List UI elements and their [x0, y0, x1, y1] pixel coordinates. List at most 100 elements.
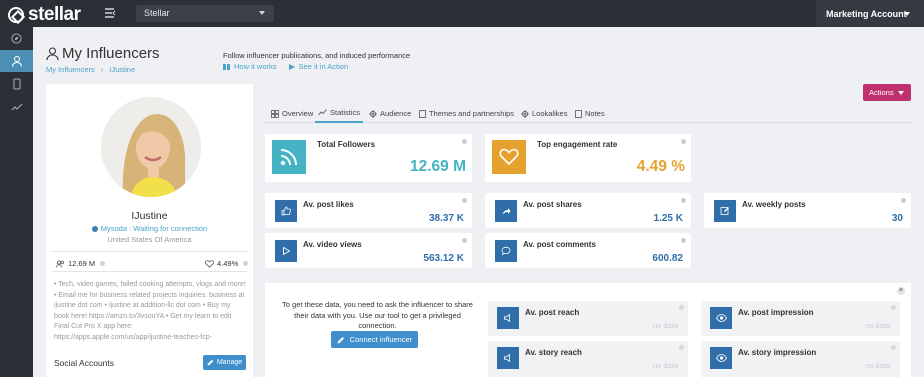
connection-status[interactable]: Mysoda : Waiting for connection: [46, 224, 253, 233]
info-icon[interactable]: [681, 139, 686, 144]
how-it-works-link[interactable]: How it works: [223, 62, 277, 71]
user-icon: [11, 55, 22, 67]
chevron-down-icon: [898, 91, 904, 95]
influencer-country: United States Of America: [107, 235, 192, 244]
breadcrumb-item[interactable]: IJustine: [109, 65, 135, 74]
info-icon: [91, 225, 98, 232]
speaker-icon: [497, 347, 519, 369]
social-accounts-heading: Social Accounts: [54, 358, 115, 368]
info-icon[interactable]: [243, 261, 249, 266]
stat-value: 4.49 %: [636, 158, 685, 175]
engagement-stat: 4.49%: [205, 259, 249, 268]
how-it-works-label: How it works: [234, 62, 277, 71]
tab-label: Notes: [585, 109, 605, 118]
logo-icon: [8, 7, 24, 23]
see-in-action-link[interactable]: See it in Action: [288, 62, 348, 71]
document-icon: [419, 109, 426, 118]
stat-value: no data: [652, 321, 678, 330]
stat-label: Top engagement rate: [537, 140, 618, 149]
tab-label: Themes and partnerships: [429, 109, 515, 118]
stat-value: 30: [891, 213, 903, 224]
tab-notes[interactable]: Notes: [575, 104, 605, 123]
thumbs-up-icon: [275, 200, 297, 222]
play-icon: [288, 63, 295, 70]
info-icon[interactable]: [681, 238, 686, 243]
chart-line-icon: [318, 109, 327, 116]
tab-label: Statistics: [330, 108, 361, 117]
logo-text: stellar: [28, 4, 81, 25]
eye-icon: [710, 307, 732, 329]
nav-explore[interactable]: [0, 27, 33, 49]
avatar: [101, 97, 201, 197]
nav-analytics[interactable]: [0, 96, 33, 118]
info-icon[interactable]: [462, 139, 467, 144]
info-icon[interactable]: [100, 261, 106, 266]
info-icon[interactable]: [462, 198, 467, 203]
info-icon[interactable]: [681, 198, 686, 203]
post-impression-card: Av. post impression no data: [701, 301, 900, 336]
menu-toggle-icon[interactable]: [104, 7, 116, 19]
stat-label: Av. post impression: [738, 308, 814, 317]
info-icon[interactable]: [679, 345, 684, 350]
followers-value: 12.69 M: [68, 259, 96, 268]
profile-card: IJustine Mysoda : Waiting for connection…: [46, 84, 253, 377]
actions-button[interactable]: Actions: [863, 84, 911, 101]
speaker-icon: [497, 307, 519, 329]
share-icon: [495, 200, 517, 222]
story-reach-card: Av. story reach no data: [488, 341, 688, 377]
info-icon[interactable]: [462, 238, 467, 243]
crosshair-icon: [521, 109, 529, 118]
post-shares-card: Av. post shares 1.25 K: [485, 193, 691, 228]
edit-icon: [714, 200, 736, 222]
stat-label: Av. story reach: [525, 348, 582, 357]
mobile-icon: [13, 78, 20, 90]
chevron-down-icon: [259, 11, 265, 15]
breadcrumb: My Influencers › IJustine: [46, 65, 135, 74]
tab-themes-partnerships[interactable]: Themes and partnerships: [419, 104, 514, 123]
play-icon: [275, 240, 297, 262]
tab-audience[interactable]: Audience: [369, 104, 411, 123]
stat-label: Av. video views: [303, 240, 362, 249]
breadcrumb-item[interactable]: My Influencers: [46, 65, 95, 74]
tab-statistics[interactable]: Statistics: [315, 104, 364, 123]
close-icon[interactable]: ×: [897, 287, 905, 295]
heart-icon: [205, 259, 214, 268]
comment-icon: [495, 240, 517, 262]
followers-stat: 12.69 M: [56, 259, 106, 268]
top-bar: stellar Stellar Marketing Account: [0, 0, 924, 27]
stat-value: no data: [652, 361, 678, 370]
influencer-bio: • Tech, video games, failed cooking atte…: [54, 281, 246, 341]
privileged-data-text: To get these data, you need to ask the i…: [282, 300, 473, 330]
manage-button[interactable]: Manage: [203, 355, 246, 370]
stat-label: Av. story impression: [738, 348, 817, 357]
tab-label: Overview: [282, 109, 314, 118]
connect-influencer-button[interactable]: Connect influencer: [331, 331, 418, 348]
info-icon[interactable]: [891, 345, 896, 350]
nav-campaigns[interactable]: [0, 73, 33, 95]
divider: [52, 251, 247, 252]
chevron-right-icon: ›: [100, 65, 104, 74]
nav-influencers[interactable]: [0, 50, 33, 72]
post-likes-card: Av. post likes 38.37 K: [265, 193, 472, 228]
engagement-rate-card: Top engagement rate 4.49 %: [485, 134, 691, 182]
total-followers-card: Total Followers 12.69 M: [265, 134, 472, 182]
chevron-down-icon: [904, 12, 910, 16]
tab-label: Audience: [380, 109, 412, 118]
stat-value: 38.37 K: [428, 213, 464, 224]
stat-value: 1.25 K: [653, 213, 683, 224]
connect-influencer-label: Connect influencer: [349, 335, 413, 344]
info-icon[interactable]: [891, 305, 896, 310]
info-icon[interactable]: [901, 198, 906, 203]
header-description: Follow influencer publications, and indu…: [223, 51, 411, 60]
tab-lookalikes[interactable]: Lookalikes: [521, 104, 567, 123]
tab-overview[interactable]: Overview: [271, 104, 313, 123]
book-icon: [223, 63, 230, 70]
actions-label: Actions: [869, 88, 894, 97]
account-menu[interactable]: Marketing Account: [816, 0, 924, 27]
workspace-select[interactable]: Stellar: [136, 5, 274, 22]
stat-value: no data: [864, 321, 890, 330]
stat-value: 12.69 M: [409, 158, 466, 175]
stat-label: Av. post shares: [523, 200, 582, 209]
stellar-logo[interactable]: stellar: [8, 4, 81, 26]
info-icon[interactable]: [679, 305, 684, 310]
